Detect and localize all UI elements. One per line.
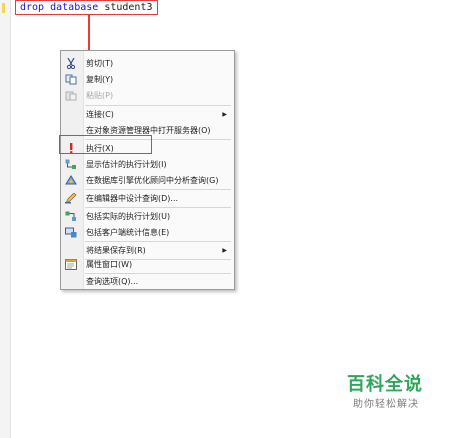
client-stats-icon <box>65 227 77 238</box>
watermark-title: 百科全说 <box>347 374 423 395</box>
copy-icon <box>65 74 77 85</box>
menu-item-connect[interactable]: 连接(C) ▶ <box>62 106 233 123</box>
menu-item-label: 复制(Y) <box>86 75 114 84</box>
context-menu: 剪切(T) 复制(Y) 粘贴(P) 连接(C) ▶ 在对象资源管理器中打开服务器… <box>60 50 235 290</box>
cut-icon <box>65 57 77 70</box>
execute-highlight-annotation <box>59 135 152 154</box>
menu-item-include-client-statistics[interactable]: 包括客户端统计信息(E) <box>62 224 233 241</box>
menu-item-label: 剪切(T) <box>86 59 114 68</box>
properties-icon <box>65 259 77 270</box>
actual-plan-icon <box>65 211 77 222</box>
paste-icon <box>65 90 77 101</box>
menu-item-design-query-in-editor[interactable]: 在编辑器中设计查询(D)... <box>62 190 233 207</box>
menu-item-display-estimated-plan[interactable]: 显示估计的执行计划(I) <box>62 156 233 173</box>
query-designer-icon <box>65 192 77 204</box>
menu-item-cut[interactable]: 剪切(T) <box>62 55 233 72</box>
menu-item-paste[interactable]: 粘贴(P) <box>62 87 233 104</box>
submenu-arrow-icon: ▶ <box>222 111 227 118</box>
change-marker <box>2 3 5 13</box>
menu-item-label: 在编辑器中设计查询(D)... <box>86 194 179 203</box>
menu-item-label: 显示估计的执行计划(I) <box>86 160 167 169</box>
menu-item-properties-window[interactable]: 属性窗口(W) <box>62 256 233 273</box>
menu-item-label: 在数据库引擎优化顾问中分析查询(G) <box>86 176 219 185</box>
watermark-subtitle: 助你轻松解决 <box>353 399 419 410</box>
menu-item-label: 粘贴(P) <box>86 91 114 100</box>
menu-item-include-actual-plan[interactable]: 包括实际的执行计划(U) <box>62 208 233 225</box>
menu-item-label: 连接(C) <box>86 110 114 119</box>
editor-gutter <box>0 0 11 438</box>
menu-item-analyze-in-tuning-advisor[interactable]: 在数据库引擎优化顾问中分析查询(G) <box>62 172 233 189</box>
menu-item-copy[interactable]: 复制(Y) <box>62 71 233 88</box>
menu-item-label: 属性窗口(W) <box>86 260 133 269</box>
tuning-advisor-icon <box>65 175 77 186</box>
menu-item-label: 包括实际的执行计划(U) <box>86 212 171 221</box>
menu-item-label: 查询选项(Q)... <box>86 277 139 286</box>
estimated-plan-icon <box>65 159 77 170</box>
sql-highlight-annotation <box>15 0 158 15</box>
menu-item-label: 包括客户端统计信息(E) <box>86 228 170 237</box>
menu-item-query-options[interactable]: 查询选项(Q)... <box>62 273 233 290</box>
